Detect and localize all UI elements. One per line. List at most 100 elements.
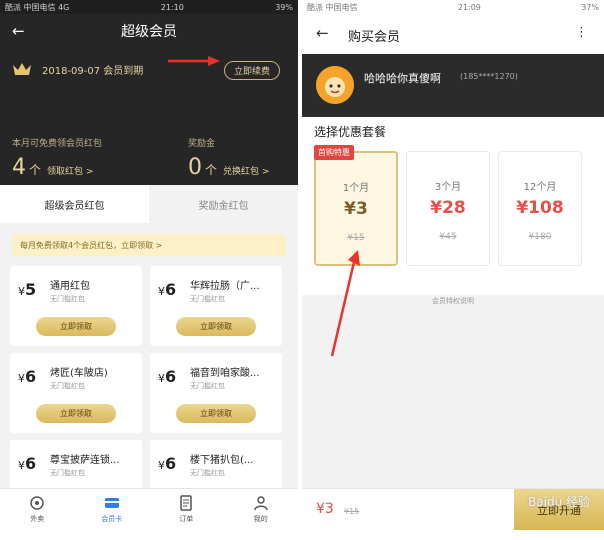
user-name: 哈哈哈你真傻啊 [364, 72, 441, 85]
status-bar: 酷派 中国电信 21:09 37% [302, 0, 604, 14]
bonus-unit: 个 [205, 163, 218, 177]
nav-orders[interactable]: 订单 [149, 489, 224, 530]
avatar [316, 66, 354, 104]
free-redpacket-stat: 本月可免费领会员红包 4 个 领取红包 > [12, 136, 102, 180]
screenshot-root: 酷派 中国电信 4G 21:10 39% ← 超级会员 2018-09-07 会… [0, 0, 604, 540]
notice-banner[interactable]: 每月免费领取4个会员红包，立即领取 > [12, 234, 286, 256]
more-options-icon[interactable]: ⋮ [575, 25, 588, 40]
card-amount: 6 [25, 454, 37, 473]
claim-button[interactable]: 立即领取 [176, 404, 256, 423]
status-battery: 39% [275, 2, 293, 12]
expire-text: 2018-09-07 会员到期 [42, 65, 144, 77]
back-arrow-icon[interactable]: ← [12, 22, 25, 40]
package-price: ¥3 [344, 199, 368, 219]
tab-bonus-redpacket[interactable]: 奖励金红包 [149, 185, 298, 223]
package-price: ¥28 [430, 198, 466, 218]
member-card-icon [104, 498, 119, 508]
status-time: 21:10 [160, 2, 184, 12]
takeout-icon [30, 496, 44, 510]
page-title: 超级会员 [121, 24, 177, 40]
bonus-caption: 奖励金 [188, 139, 216, 149]
package-original-price: ¥180 [528, 232, 552, 242]
nav-takeout[interactable]: 外卖 [0, 489, 75, 530]
user-phone: (185****1270) [460, 72, 518, 81]
user-header: 哈哈哈你真傻啊 (185****1270) [302, 54, 604, 117]
status-time: 21:09 [457, 2, 481, 12]
bonus-stat: 奖励金 0 个 兑换红包 > [188, 136, 269, 180]
bottom-nav: 外卖 会员卡 订单 我的 [0, 488, 298, 530]
tab-bar: 超级会员红包 奖励金红包 [0, 185, 298, 223]
nav-profile[interactable]: 我的 [224, 489, 299, 530]
package-duration: 1个月 [342, 183, 370, 194]
package-title: 选择优惠套餐 [314, 125, 387, 139]
back-arrow-icon[interactable]: ← [316, 24, 329, 42]
avatar-face-icon [316, 66, 354, 104]
card-name: 楼下猪扒包(... [190, 455, 254, 466]
pay-original-price: ¥15 [344, 507, 360, 516]
crown-icon [13, 63, 31, 75]
left-phone-screen: 酷派 中国电信 4G 21:10 39% ← 超级会员 2018-09-07 会… [0, 0, 298, 530]
page-title: 购买会员 [348, 30, 401, 45]
nav-label: 订单 [179, 515, 194, 523]
claim-redpacket-link[interactable]: 领取红包 > [47, 164, 93, 177]
card-sub: 无门槛红包 [190, 382, 225, 390]
card-amount: 6 [25, 367, 37, 386]
card-name: 通用红包 [50, 281, 90, 292]
annotation-arrow-icon [168, 56, 220, 66]
exchange-redpacket-link[interactable]: 兑换红包 > [223, 164, 269, 177]
tab-super-member-redpacket[interactable]: 超级会员红包 [0, 185, 149, 223]
card-sub: 无门槛红包 [50, 382, 85, 390]
benefit-link[interactable]: 会员特权说明 [302, 296, 604, 306]
nav-bar: ← 超级会员 [0, 14, 298, 48]
nav-member-card[interactable]: 会员卡 [75, 489, 150, 530]
package-12-month[interactable]: 12个月 ¥108 ¥180 [498, 151, 582, 266]
profile-icon [254, 496, 268, 511]
nav-label: 外卖 [30, 515, 45, 523]
package-original-price: ¥45 [439, 232, 457, 242]
orders-icon [180, 495, 192, 511]
watermark: Baidu 经验 [528, 495, 590, 509]
package-original-price: ¥15 [347, 233, 365, 243]
card-name: 华辉拉肠（广... [190, 281, 260, 292]
free-unit: 个 [29, 163, 42, 177]
right-phone-screen: 酷派 中国电信 21:09 37% ← 购买会员 ⋮ 哈哈哈你真傻啊 (185*… [302, 0, 604, 530]
redpacket-card: ¥6 烤匠(车陂店) 无门槛红包 立即领取 [10, 353, 142, 433]
package-price: ¥108 [516, 198, 564, 218]
redpacket-card: ¥6 华辉拉肠（广... 无门槛红包 立即领取 [150, 266, 282, 346]
expire-row: 2018-09-07 会员到期 立即续费 [0, 48, 298, 90]
member-header: ← 超级会员 2018-09-07 会员到期 立即续费 本月可免费领会员红包 4… [0, 14, 298, 185]
package-duration: 12个月 [523, 182, 557, 193]
card-sub: 无门槛红包 [190, 295, 225, 303]
bonus-count: 0 [188, 155, 202, 180]
card-amount: 6 [165, 367, 177, 386]
first-buy-badge: 首购特惠 [314, 145, 354, 160]
card-amount: 5 [25, 280, 37, 299]
claim-button[interactable]: 立即领取 [36, 404, 116, 423]
redpacket-card: ¥6 福音到咱家酸... 无门槛红包 立即领取 [150, 353, 282, 433]
stats-area: 本月可免费领会员红包 4 个 领取红包 > 奖励金 0 个 兑换红包 > [0, 104, 298, 184]
package-3-month[interactable]: 3个月 ¥28 ¥45 [406, 151, 490, 266]
nav-label: 我的 [253, 515, 268, 523]
card-sub: 无门槛红包 [50, 295, 85, 303]
status-carrier: 酷派 中国电信 [307, 2, 358, 12]
card-sub: 无门槛红包 [190, 469, 225, 477]
notice-text: 每月免费领取4个会员红包，立即领取 > [20, 240, 163, 250]
free-caption: 本月可免费领会员红包 [12, 139, 103, 149]
status-battery: 37% [581, 2, 599, 12]
nav-bar: ← 购买会员 ⋮ [302, 14, 604, 54]
free-count: 4 [12, 155, 26, 180]
nav-label: 会员卡 [101, 515, 123, 523]
status-bar: 酷派 中国电信 4G 21:10 39% [0, 0, 298, 14]
card-name: 尊宝披萨连锁... [50, 455, 120, 466]
card-sub: 无门槛红包 [50, 469, 85, 477]
card-amount: 6 [165, 280, 177, 299]
card-amount: 6 [165, 454, 177, 473]
card-name: 福音到咱家酸... [190, 368, 260, 379]
claim-button[interactable]: 立即领取 [36, 317, 116, 336]
redpacket-card: ¥5 通用红包 无门槛红包 立即领取 [10, 266, 142, 346]
renew-button[interactable]: 立即续费 [223, 61, 280, 80]
package-duration: 3个月 [434, 182, 462, 193]
card-name: 烤匠(车陂店) [50, 368, 108, 379]
claim-button[interactable]: 立即领取 [176, 317, 256, 336]
pay-price: ¥3 [316, 501, 334, 517]
